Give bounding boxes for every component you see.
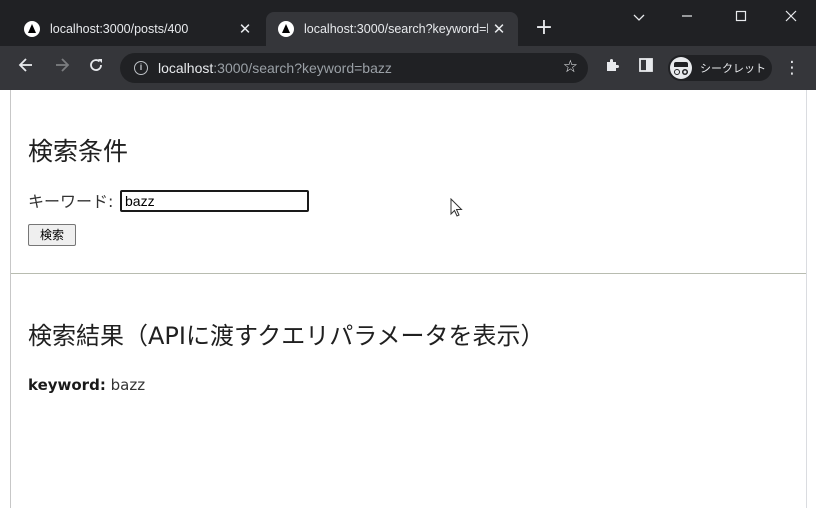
- keyword-input[interactable]: [120, 190, 309, 212]
- extensions-icon[interactable]: [598, 54, 626, 82]
- favicon-icon: [24, 21, 40, 37]
- close-icon[interactable]: ✕: [488, 20, 510, 38]
- back-icon[interactable]: [12, 54, 40, 82]
- reload-icon[interactable]: [82, 54, 110, 82]
- tab-posts[interactable]: localhost:3000/posts/400 ✕: [12, 12, 264, 46]
- close-window-icon[interactable]: [768, 4, 814, 32]
- incognito-profile-button[interactable]: シークレット: [668, 55, 772, 81]
- page-border: [10, 90, 11, 508]
- side-panel-icon[interactable]: [632, 54, 660, 82]
- tab-search[interactable]: localhost:3000/search?keyword=bazz ✕: [266, 12, 518, 46]
- result-keyword-line: keyword: bazz: [28, 376, 145, 394]
- mouse-pointer-icon: [450, 197, 464, 222]
- tab-strip: localhost:3000/posts/400 ✕ localhost:300…: [0, 0, 816, 46]
- incognito-label: シークレット: [700, 62, 766, 75]
- page-viewport: 検索条件 キーワード: 検索 検索結果（APIに渡すクエリパラメータを表示） k…: [0, 90, 816, 508]
- search-conditions-heading: 検索条件: [28, 137, 129, 166]
- incognito-icon: [670, 57, 692, 79]
- keyword-label: キーワード:: [28, 192, 114, 211]
- result-value: bazz: [110, 376, 146, 394]
- new-tab-button[interactable]: +: [532, 16, 556, 40]
- result-key: keyword:: [28, 376, 106, 394]
- tab-title: localhost:3000/search?keyword=bazz: [304, 22, 488, 36]
- search-button[interactable]: 検索: [28, 224, 76, 246]
- forward-icon[interactable]: [48, 54, 76, 82]
- minimize-icon[interactable]: [664, 4, 710, 32]
- search-results-heading: 検索結果（APIに渡すクエリパラメータを表示）: [28, 322, 545, 350]
- favicon-icon: [278, 21, 294, 37]
- menu-kebab-icon[interactable]: ⋮: [778, 54, 806, 82]
- site-info-icon[interactable]: i: [134, 61, 148, 75]
- url-host: localhost: [158, 60, 214, 76]
- address-bar[interactable]: i localhost:3000/search?keyword=bazz ☆: [120, 53, 588, 83]
- tab-title: localhost:3000/posts/400: [50, 22, 189, 36]
- page-border: [806, 90, 807, 508]
- browser-toolbar: i localhost:3000/search?keyword=bazz ☆ シ…: [0, 46, 816, 90]
- section-divider: [11, 273, 806, 274]
- tab-search-dropdown-icon[interactable]: [616, 4, 662, 32]
- close-icon[interactable]: ✕: [234, 20, 256, 38]
- maximize-icon[interactable]: [718, 4, 764, 32]
- url-path: :3000/search?keyword=bazz: [213, 60, 392, 76]
- bookmark-star-icon[interactable]: ☆: [563, 57, 578, 77]
